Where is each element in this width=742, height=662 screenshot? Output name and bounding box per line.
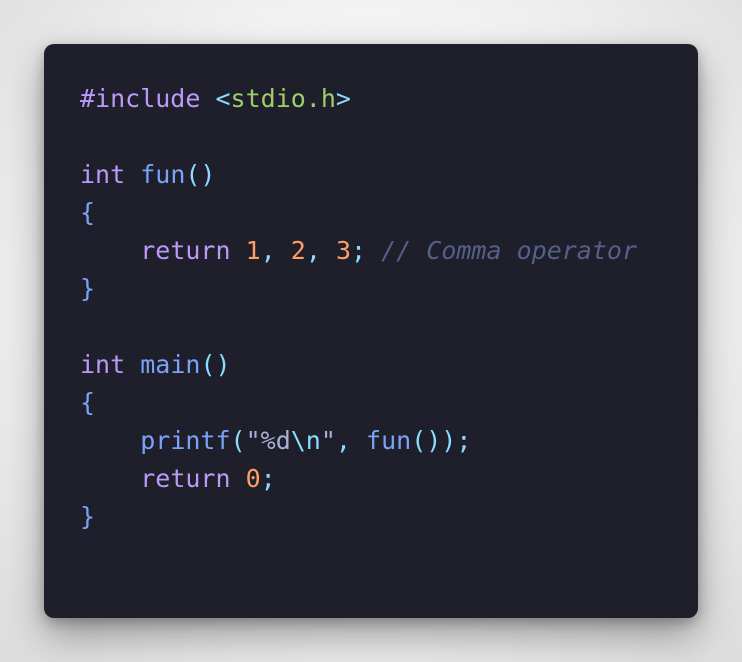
code-token: 3 (335, 236, 351, 265)
code-line: int main() (80, 346, 637, 384)
code-token: printf (140, 426, 231, 455)
code-token: () (185, 160, 216, 189)
code-token: return (140, 236, 231, 265)
code-line: return 1, 2, 3; // Comma operator (80, 232, 637, 270)
code-block: #include <stdio.h> int fun(){ return 1, 2… (80, 80, 637, 536)
code-token: " (320, 426, 336, 455)
code-token: () (200, 350, 231, 379)
code-token: fun (140, 160, 186, 189)
code-token: main (140, 350, 201, 379)
code-token: { (80, 388, 96, 417)
code-token: } (80, 274, 96, 303)
code-token: ()); (411, 426, 472, 455)
code-token: \n (290, 426, 321, 455)
code-token: 0 (245, 464, 261, 493)
code-line: } (80, 270, 637, 308)
code-token: , (305, 236, 336, 265)
code-token: , (335, 426, 367, 455)
code-token: int (80, 160, 126, 189)
code-token: ; (351, 236, 367, 265)
code-token: , (260, 236, 291, 265)
code-token: fun (366, 426, 412, 455)
code-line: { (80, 194, 637, 232)
code-snippet-card: #include <stdio.h> int fun(){ return 1, 2… (44, 44, 698, 618)
code-line: return 0; (80, 460, 637, 498)
code-line: int fun() (80, 156, 637, 194)
code-token: int (80, 350, 126, 379)
code-token: return (140, 464, 231, 493)
code-line: #include <stdio.h> (80, 80, 637, 118)
code-token: > (335, 84, 351, 113)
code-line: { (80, 384, 637, 422)
code-token: ; (260, 464, 276, 493)
code-token: ( (230, 426, 246, 455)
code-line: printf("%d\n", fun()); (80, 422, 637, 460)
code-token: } (80, 502, 96, 531)
code-token: // Comma operator (381, 236, 637, 265)
code-token: < (215, 84, 231, 113)
code-token: 2 (290, 236, 306, 265)
code-line: } (80, 498, 637, 536)
code-token: #include (80, 84, 201, 113)
code-token: { (80, 198, 96, 227)
code-token: "%d (245, 426, 291, 455)
code-token: 1 (245, 236, 261, 265)
code-token: stdio.h (230, 84, 336, 113)
